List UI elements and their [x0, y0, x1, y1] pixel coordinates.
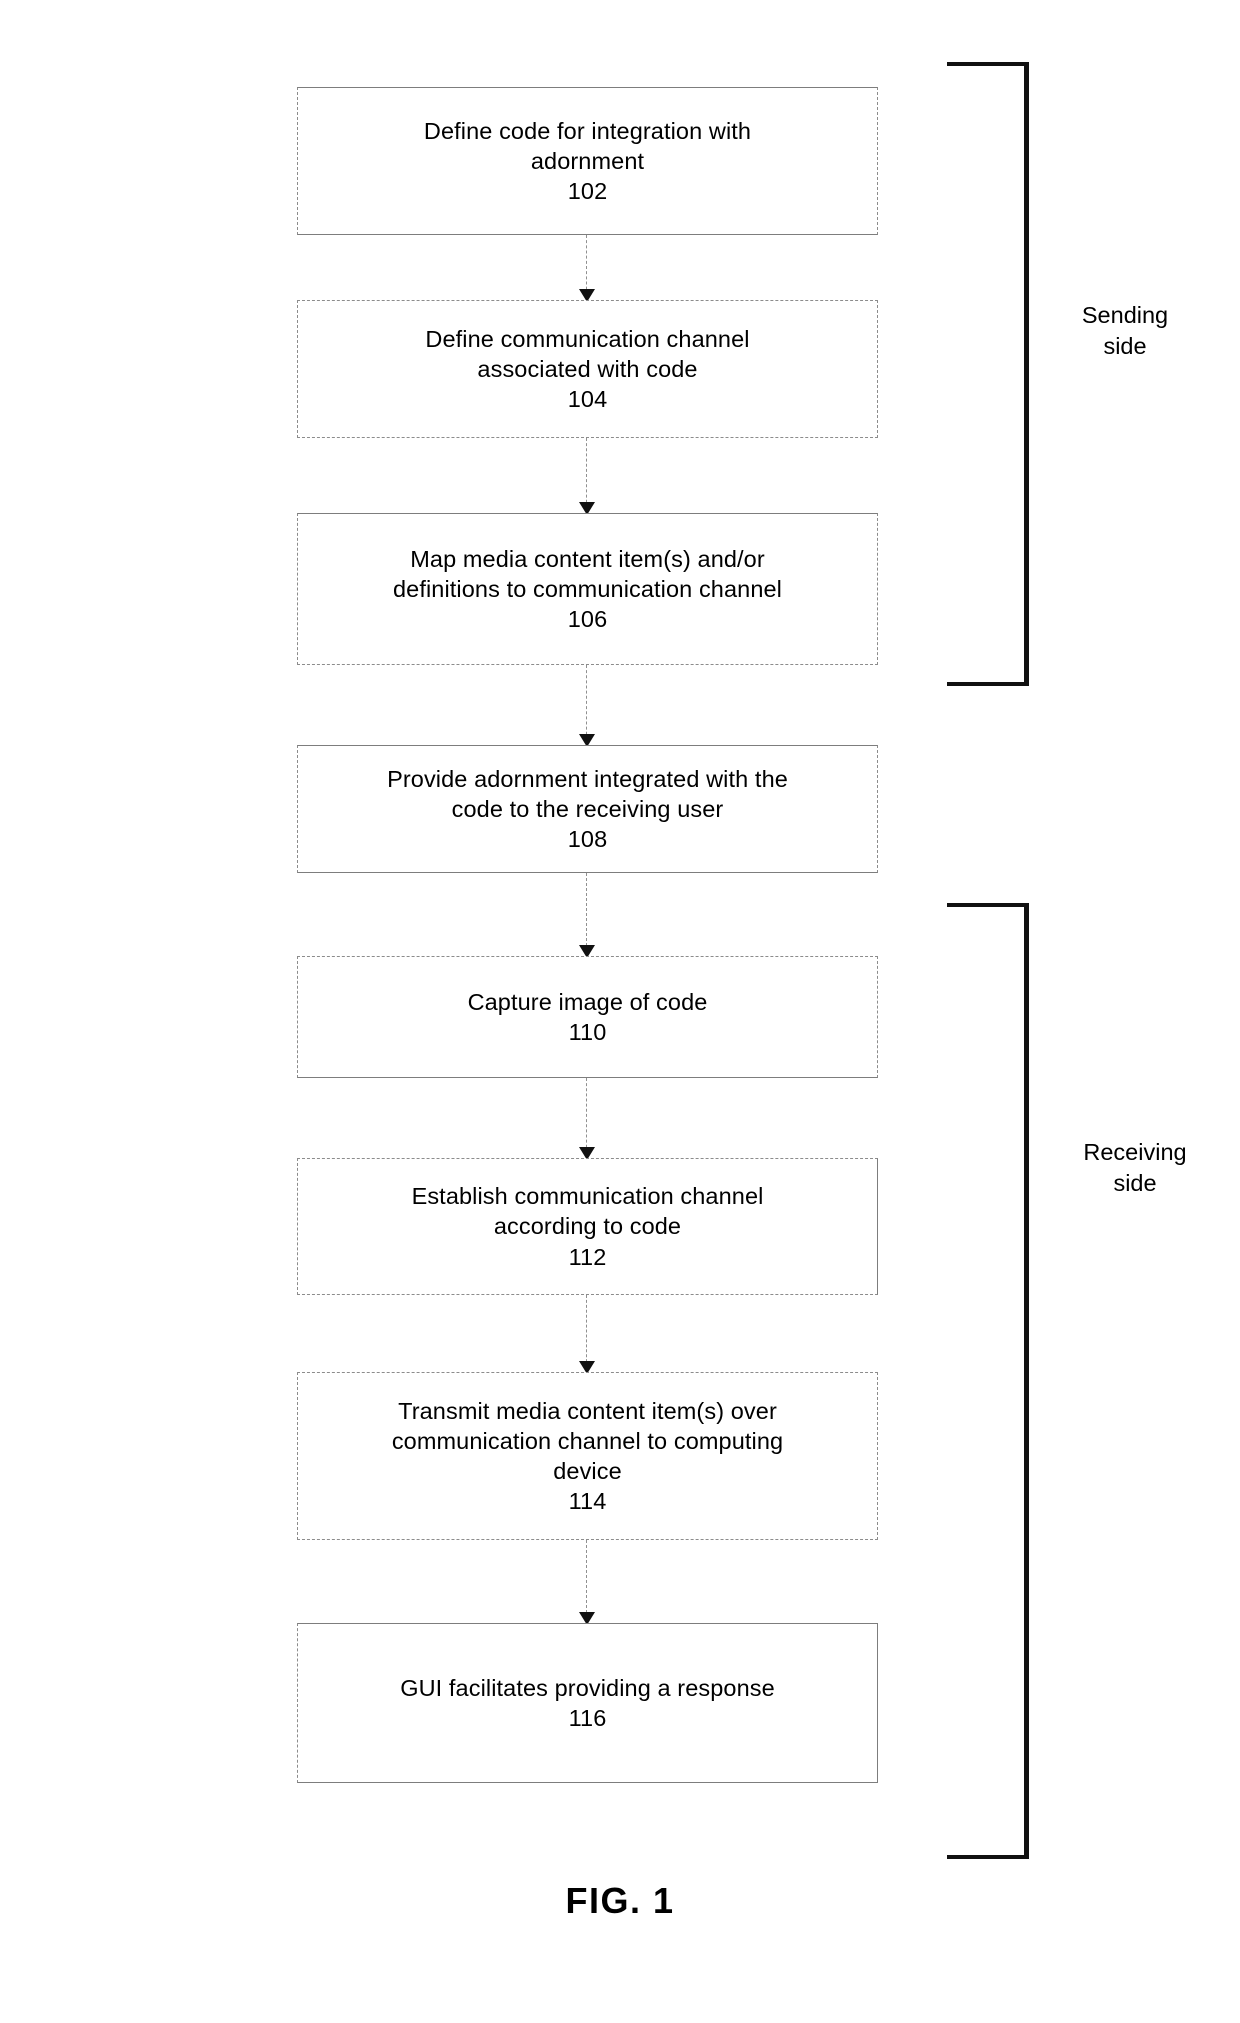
flow-box-102: Define code for integration with adornme…: [297, 87, 878, 235]
flow-box-114-number: 114: [568, 1488, 607, 1515]
flow-box-114-line-3: device: [553, 1458, 622, 1484]
connector-stem: [586, 1540, 587, 1623]
bracket-label-receiving-side: Receiving side: [1035, 1137, 1235, 1199]
figure-caption: FIG. 1: [565, 1880, 675, 1921]
flow-box-114: Transmit media content item(s) over comm…: [297, 1372, 878, 1540]
flow-box-112-number: 112: [568, 1243, 607, 1270]
connector-112-to-114: [579, 1295, 595, 1374]
connector-106-to-108: [579, 665, 595, 747]
flow-box-106-line-1: Map media content item(s) and/or: [410, 545, 765, 572]
bracket-sending-side: [947, 62, 1029, 686]
flow-box-114-line-2: communication channel to computing: [391, 1427, 784, 1454]
flow-box-108: Provide adornment integrated with the co…: [297, 745, 878, 873]
flow-box-104: Define communication channel associated …: [297, 300, 878, 438]
flow-box-106: Map media content item(s) and/or definit…: [297, 513, 878, 665]
bracket-label-receiving-line-2: side: [1113, 1170, 1157, 1197]
flow-box-102-line-1: Define code for integration with: [423, 117, 752, 144]
bracket-label-sending-side: Sending side: [1035, 300, 1215, 362]
connector-108-to-110: [579, 873, 595, 958]
connector-stem: [586, 665, 587, 745]
flow-box-108-line-2: code to the receiving user: [451, 795, 724, 822]
connector-102-to-104: [579, 235, 595, 302]
flow-box-106-number: 106: [567, 606, 608, 633]
patent-flowchart-figure: Define code for integration with adornme…: [0, 0, 1240, 2023]
connector-114-to-116: [579, 1540, 595, 1625]
flow-box-108-line-1: Provide adornment integrated with the: [387, 765, 788, 792]
flow-box-106-line-2: definitions to communication channel: [393, 575, 782, 602]
flow-box-110-number: 110: [568, 1019, 607, 1045]
flow-box-116: GUI facilitates providing a response 116: [297, 1623, 878, 1783]
flow-box-112: Establish communication channel accordin…: [297, 1158, 878, 1295]
flow-box-112-line-1: Establish communication channel: [411, 1183, 764, 1210]
bracket-label-receiving-line-1: Receiving: [1083, 1139, 1187, 1165]
connector-110-to-112: [579, 1078, 595, 1160]
flow-box-104-line-2: associated with code: [477, 355, 698, 382]
flow-box-102-line-2: adornment: [530, 147, 645, 174]
connector-stem: [586, 1078, 587, 1158]
flow-box-110: Capture image of code 110: [297, 956, 878, 1078]
flow-box-108-number: 108: [567, 826, 608, 853]
flow-box-110-line-1: Capture image of code: [467, 988, 708, 1015]
flow-box-114-line-1: Transmit media content item(s) over: [398, 1397, 777, 1424]
connector-104-to-106: [579, 438, 595, 515]
bracket-receiving-side: [947, 903, 1029, 1859]
flow-box-102-number: 102: [567, 178, 608, 205]
connector-stem: [586, 873, 587, 956]
flow-box-112-line-2: according to code: [493, 1213, 682, 1240]
flow-box-104-line-1: Define communication channel: [425, 325, 750, 352]
flow-box-104-number: 104: [567, 386, 608, 413]
bracket-label-sending-line-2: side: [1103, 333, 1147, 360]
flow-box-116-line-1: GUI facilitates providing a response: [400, 1674, 775, 1701]
bracket-label-sending-line-1: Sending: [1081, 302, 1169, 328]
flow-box-116-number: 116: [568, 1705, 607, 1731]
